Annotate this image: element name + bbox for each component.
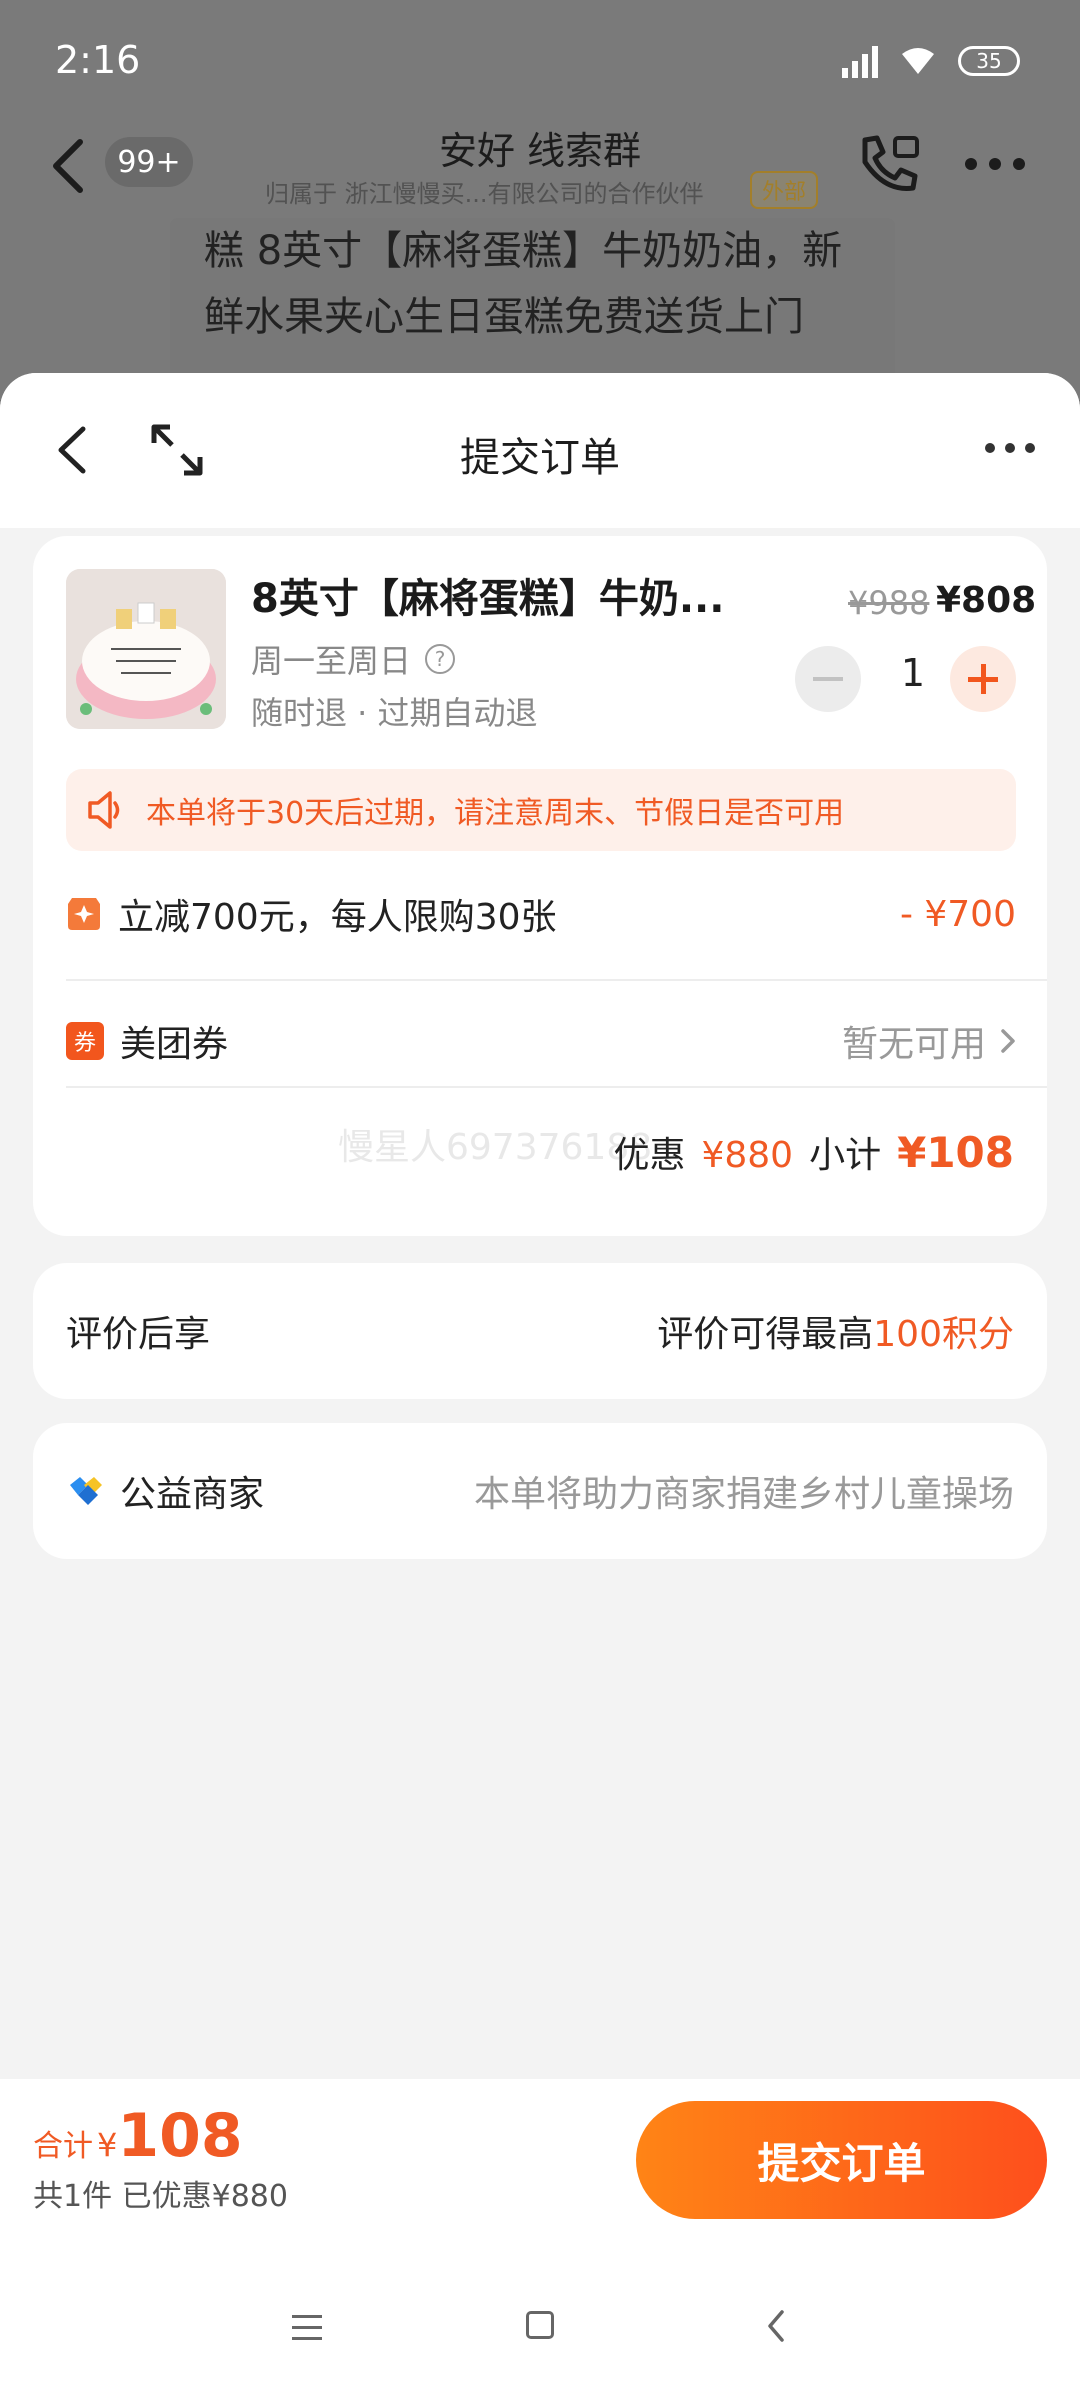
current-price: ¥808 <box>936 580 1037 621</box>
submit-order-button[interactable]: 提交订单 <box>636 2101 1047 2219</box>
charity-icon <box>70 1477 102 1505</box>
minus-icon[interactable] <box>795 646 861 712</box>
total-line: 合计 ¥ 108 <box>33 2101 243 2171</box>
subtotal-value: ¥108 <box>897 1128 1014 1177</box>
total-value: 108 <box>117 2101 243 2171</box>
charity-card: 公益商家 本单将助力商家捐建乡村儿童操场 <box>33 1423 1047 1559</box>
nav-menu-icon[interactable] <box>292 2315 322 2348</box>
notice-text: 本单将于30天后过期，请注意周末、节假日是否可用 <box>146 796 845 831</box>
review-reward-row: 评价后享 评价可得最高100积分 <box>66 1263 1014 1399</box>
coupon-status-text: 暂无可用 <box>841 1024 986 1065</box>
charity-description: 本单将助力商家捐建乡村儿童操场 <box>473 1474 1014 1515</box>
total-currency: ¥ <box>97 2126 118 2164</box>
chat-more-icon[interactable] <box>965 158 1025 170</box>
battery-icon: 35 <box>958 46 1020 76</box>
review-label: 评价后享 <box>66 1314 211 1355</box>
subtotal-row: 优惠 ¥880 小计 ¥108 <box>613 1126 1014 1178</box>
sheet-title: 提交订单 <box>460 435 620 481</box>
discount-amount: - ¥700 <box>899 893 1016 935</box>
watermark-text: 慢星人697376188 <box>338 1127 653 1168</box>
order-sheet: 提交订单 8英寸【麻将蛋糕】牛奶... 周一至周日 ? 随时退 · 过期自动退 … <box>0 373 1080 2400</box>
subtotal-label: 小计 <box>809 1135 882 1176</box>
discount-badge-icon <box>68 898 100 930</box>
coupon-row[interactable]: 券 美团券 暂无可用 <box>66 1001 1016 1081</box>
sheet-header: 提交订单 <box>0 373 1080 528</box>
speaker-icon <box>88 791 120 829</box>
charity-label: 公益商家 <box>120 1474 265 1515</box>
coupon-label: 美团券 <box>120 1024 229 1065</box>
product-name: 8英寸【麻将蛋糕】牛奶... <box>251 576 725 622</box>
discount-summary-label: 优惠 <box>613 1135 686 1176</box>
coupon-status: 暂无可用 <box>842 1015 1016 1067</box>
expiry-notice: 本单将于30天后过期，请注意周末、节假日是否可用 <box>66 769 1016 851</box>
plus-icon[interactable] <box>950 646 1016 712</box>
wifi-icon <box>902 48 934 74</box>
availability-text: 周一至周日 <box>251 642 412 680</box>
product-availability: 周一至周日 ? <box>251 636 456 682</box>
discount-label: 立减700元，每人限购30张 <box>118 897 557 938</box>
total-label: 合计 <box>33 2129 93 2164</box>
review-reward-points: 100积分 <box>873 1314 1014 1355</box>
chat-background: 2:16 35 99+ 安好 线索群 归属于 浙江慢慢买...有限公司的合作伙伴… <box>0 0 1080 408</box>
system-nav-bar <box>0 2309 1080 2369</box>
bottom-action-bar: 合计 ¥ 108 共1件 已优惠¥880 提交订单 <box>0 2079 1080 2400</box>
signal-icon <box>842 44 878 78</box>
charity-row: 公益商家 本单将助力商家捐建乡村儿童操场 <box>66 1423 1014 1559</box>
external-tag: 外部 <box>750 171 819 209</box>
chat-subtitle: 归属于 浙江慢慢买...有限公司的合作伙伴 <box>265 180 704 208</box>
nav-home-icon[interactable] <box>526 2311 554 2339</box>
discount-row: 立减700元，每人限购30张 - ¥700 <box>66 874 1016 954</box>
product-card: 8英寸【麻将蛋糕】牛奶... 周一至周日 ? 随时退 · 过期自动退 ¥988 … <box>33 536 1047 1236</box>
quantity-value: 1 <box>900 651 926 695</box>
divider <box>66 979 1047 981</box>
status-icons: 35 <box>842 44 1020 78</box>
more-icon[interactable] <box>985 443 1035 453</box>
review-reward-card: 评价后享 评价可得最高100积分 <box>33 1263 1047 1399</box>
phone-icon[interactable] <box>855 132 923 194</box>
chevron-right-icon <box>1001 1029 1015 1053</box>
refund-policy: 随时退 · 过期自动退 <box>251 694 538 732</box>
original-price: ¥988 <box>848 584 930 622</box>
item-count-saved: 共1件 已优惠¥880 <box>33 2179 288 2214</box>
review-reward-prefix: 评价可得最高 <box>657 1314 874 1355</box>
review-reward-text: 评价可得最高100积分 <box>657 1305 1014 1357</box>
product-image[interactable] <box>66 569 226 729</box>
status-bar: 2:16 35 <box>0 0 1080 120</box>
coupon-badge-icon: 券 <box>66 1022 104 1060</box>
status-time: 2:16 <box>55 38 141 82</box>
discount-summary-value: ¥880 <box>701 1135 794 1176</box>
help-icon[interactable]: ? <box>425 644 456 674</box>
divider <box>66 1086 1047 1088</box>
nav-back-icon[interactable] <box>766 2309 786 2343</box>
